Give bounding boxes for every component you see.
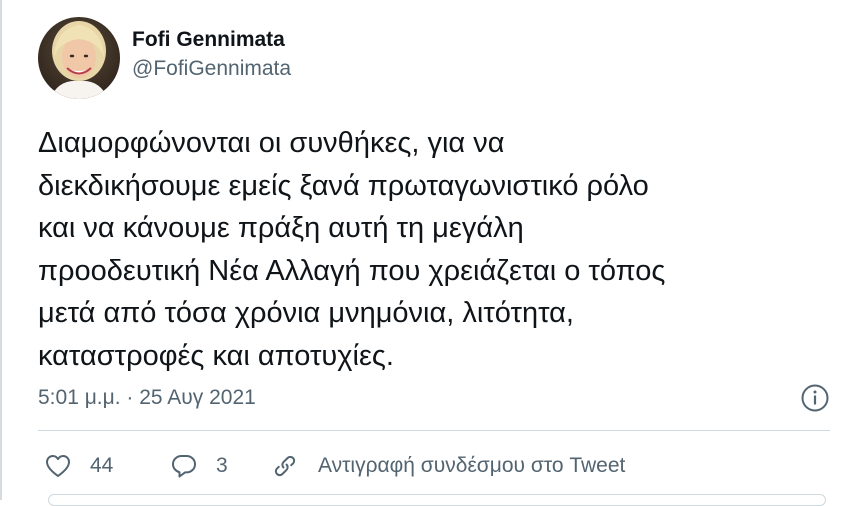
avatar-image (38, 17, 120, 99)
display-name[interactable]: Fofi Gennimata (132, 27, 291, 53)
left-border (0, 0, 2, 500)
user-handle[interactable]: @FofiGennimata (132, 55, 291, 83)
copy-link-button[interactable]: Αντιγραφή συνδέσμου στο Tweet (271, 452, 625, 480)
divider (38, 430, 830, 431)
user-info: Fofi Gennimata @FofiGennimata (132, 27, 291, 83)
tweet-header: Fofi Gennimata @FofiGennimata (38, 17, 291, 99)
next-section-edge (48, 494, 826, 506)
info-icon[interactable] (800, 383, 830, 413)
heart-icon (46, 455, 70, 477)
like-count: 44 (90, 454, 114, 477)
speech-bubble-icon (172, 455, 196, 478)
link-icon (274, 455, 296, 477)
avatar[interactable] (38, 17, 120, 99)
tweet-text: Διαμορφώνονται οι συνθήκες, για να διεκδ… (38, 127, 666, 372)
timestamp[interactable]: 5:01 μ.μ. · 25 Αυγ 2021 (38, 386, 256, 410)
like-button[interactable]: 44 (44, 452, 170, 480)
reply-count: 3 (216, 454, 228, 477)
tweet-actions: 44 3 Αντιγραφή συνδέσμου στο Tweet (44, 448, 625, 484)
copy-link-label: Αντιγραφή συνδέσμου στο Tweet (318, 454, 626, 477)
tweet-meta: 5:01 μ.μ. · 25 Αυγ 2021 (38, 378, 830, 418)
reply-button[interactable]: 3 (170, 452, 271, 480)
